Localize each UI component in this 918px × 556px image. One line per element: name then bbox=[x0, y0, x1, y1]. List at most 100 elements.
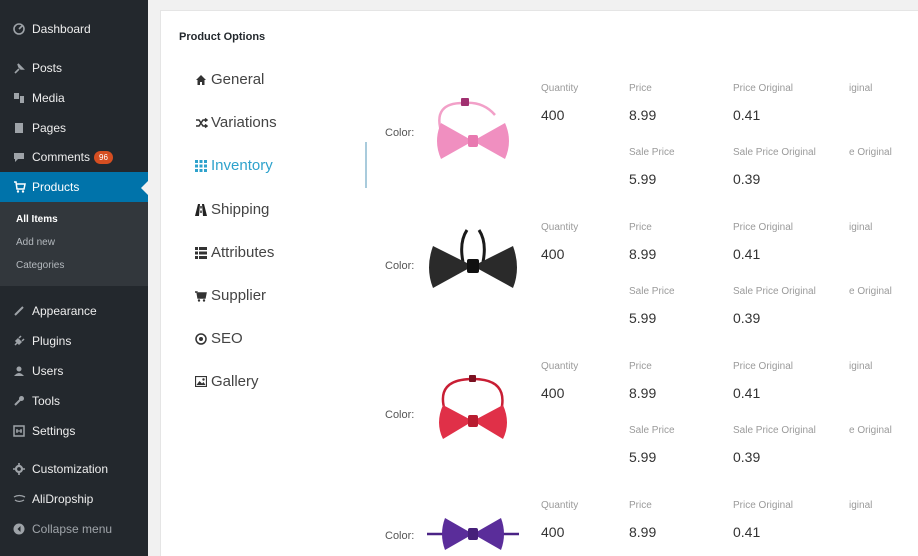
tab-supplier[interactable]: Supplier bbox=[195, 287, 266, 304]
tab-shipping[interactable]: Shipping bbox=[195, 201, 269, 218]
menu-label: Customization bbox=[32, 462, 109, 476]
menu-item-posts[interactable]: Posts bbox=[0, 53, 148, 83]
tab-label: Shipping bbox=[211, 201, 270, 218]
submenu-all-items[interactable]: All Items bbox=[16, 214, 58, 225]
price-original-label: Price Original bbox=[733, 83, 794, 94]
tab-label: SEO bbox=[211, 330, 243, 347]
sale-price-original-value[interactable]: 0.39 bbox=[733, 310, 760, 326]
price-original-label: Price Original bbox=[733, 500, 794, 511]
price-original-cut-label: iginal bbox=[849, 500, 873, 511]
sale-price-original-cut-label: e Original bbox=[849, 286, 892, 297]
variation-row: Color: Quantity 400 Price 8.99 Price Ori… bbox=[383, 214, 918, 352]
menu-item-products[interactable]: Products bbox=[0, 172, 148, 202]
menu-item-alidropship[interactable]: AliDropship bbox=[0, 484, 148, 514]
sale-price-label: Sale Price bbox=[629, 425, 675, 436]
quantity-label: Quantity bbox=[541, 222, 579, 233]
menu-item-pages[interactable]: Pages bbox=[0, 113, 148, 143]
price-original-cut-label: iginal bbox=[849, 222, 873, 233]
color-label: Color: bbox=[385, 409, 415, 421]
bow-tie-black-image bbox=[429, 229, 517, 288]
sale-price-value[interactable]: 5.99 bbox=[629, 310, 656, 326]
color-label: Color: bbox=[385, 260, 415, 272]
target-icon bbox=[195, 332, 209, 345]
tab-label: Inventory bbox=[211, 157, 273, 174]
active-tab-indicator bbox=[365, 142, 367, 188]
panel-title: Product Options bbox=[179, 31, 266, 43]
sale-price-original-label: Sale Price Original bbox=[733, 147, 816, 158]
sale-price-original-value[interactable]: 0.39 bbox=[733, 171, 760, 187]
sale-price-original-label: Sale Price Original bbox=[733, 286, 816, 297]
tab-label: Variations bbox=[211, 114, 277, 131]
menu-label: AliDropship bbox=[32, 492, 94, 506]
price-original-value[interactable]: 0.41 bbox=[733, 524, 760, 540]
tab-seo[interactable]: SEO bbox=[195, 330, 243, 347]
menu-label: Settings bbox=[32, 424, 76, 438]
submenu-categories[interactable]: Categories bbox=[16, 260, 64, 271]
menu-item-dashboard[interactable]: Dashboard bbox=[0, 14, 148, 44]
menu-label: Media bbox=[32, 91, 65, 105]
quantity-value[interactable]: 400 bbox=[541, 524, 564, 540]
menu-item-plugins[interactable]: Plugins bbox=[0, 326, 148, 356]
menu-item-appearance[interactable]: Appearance bbox=[0, 296, 148, 326]
menu-label: Posts bbox=[32, 61, 63, 75]
sale-price-original-label: Sale Price Original bbox=[733, 425, 816, 436]
price-original-value[interactable]: 0.41 bbox=[733, 246, 760, 262]
tab-inventory[interactable]: Inventory bbox=[195, 157, 273, 174]
shuffle-icon bbox=[195, 117, 209, 129]
tab-label: Gallery bbox=[211, 373, 259, 390]
price-value[interactable]: 8.99 bbox=[629, 107, 656, 123]
admin-sidebar: Dashboard Posts Media Pages Comments 96 … bbox=[0, 0, 148, 556]
product-options-panel: Product Options General Variations Inven… bbox=[160, 10, 918, 556]
tab-label: Supplier bbox=[211, 287, 267, 304]
price-original-cut-label: iginal bbox=[849, 361, 873, 372]
bow-tie-pink-image bbox=[437, 98, 509, 159]
quantity-value[interactable]: 400 bbox=[541, 246, 564, 262]
price-label: Price bbox=[629, 83, 652, 94]
price-original-value[interactable]: 0.41 bbox=[733, 385, 760, 401]
price-value[interactable]: 8.99 bbox=[629, 385, 656, 401]
menu-item-tools[interactable]: Tools bbox=[0, 386, 148, 416]
tab-gallery[interactable]: Gallery bbox=[195, 373, 259, 390]
price-original-label: Price Original bbox=[733, 222, 794, 233]
collapse-menu-button[interactable]: Collapse menu bbox=[0, 514, 148, 544]
variation-row: Color: Quantity 400 Price 8.99 Price Ori… bbox=[383, 75, 918, 213]
bow-tie-purple-image bbox=[427, 518, 519, 550]
price-original-value[interactable]: 0.41 bbox=[733, 107, 760, 123]
settings-icon bbox=[6, 425, 32, 437]
tab-attributes[interactable]: Attributes bbox=[195, 244, 274, 261]
sale-price-original-cut-label: e Original bbox=[849, 147, 892, 158]
quantity-label: Quantity bbox=[541, 83, 579, 94]
brush-icon bbox=[6, 305, 32, 317]
sale-price-value[interactable]: 5.99 bbox=[629, 449, 656, 465]
sale-price-original-value[interactable]: 0.39 bbox=[733, 449, 760, 465]
menu-label: Pages bbox=[32, 121, 67, 135]
road-icon bbox=[195, 203, 209, 216]
menu-label: Appearance bbox=[32, 304, 97, 318]
menu-item-media[interactable]: Media bbox=[0, 83, 148, 113]
price-value[interactable]: 8.99 bbox=[629, 524, 656, 540]
sale-price-label: Sale Price bbox=[629, 286, 675, 297]
tab-general[interactable]: General bbox=[195, 71, 264, 88]
menu-item-users[interactable]: Users bbox=[0, 356, 148, 386]
sale-price-label: Sale Price bbox=[629, 147, 675, 158]
menu-item-settings[interactable]: Settings bbox=[0, 416, 148, 446]
quantity-value[interactable]: 400 bbox=[541, 107, 564, 123]
plug-icon bbox=[6, 335, 32, 347]
bow-tie-red-image bbox=[439, 375, 507, 439]
dashboard-icon bbox=[6, 23, 32, 35]
menu-item-customization[interactable]: Customization bbox=[0, 454, 148, 484]
price-value[interactable]: 8.99 bbox=[629, 246, 656, 262]
price-label: Price bbox=[629, 361, 652, 372]
tab-variations[interactable]: Variations bbox=[195, 114, 277, 131]
tab-label: Attributes bbox=[211, 244, 275, 261]
products-submenu: All Items Add new Categories bbox=[0, 202, 148, 286]
submenu-add-new[interactable]: Add new bbox=[16, 237, 55, 248]
list-icon bbox=[195, 246, 209, 259]
menu-label: Collapse menu bbox=[32, 522, 113, 536]
users-icon bbox=[6, 365, 32, 377]
menu-item-comments[interactable]: Comments 96 bbox=[0, 142, 148, 172]
sale-price-value[interactable]: 5.99 bbox=[629, 171, 656, 187]
price-label: Price bbox=[629, 500, 652, 511]
quantity-value[interactable]: 400 bbox=[541, 385, 564, 401]
image-icon bbox=[195, 376, 209, 387]
